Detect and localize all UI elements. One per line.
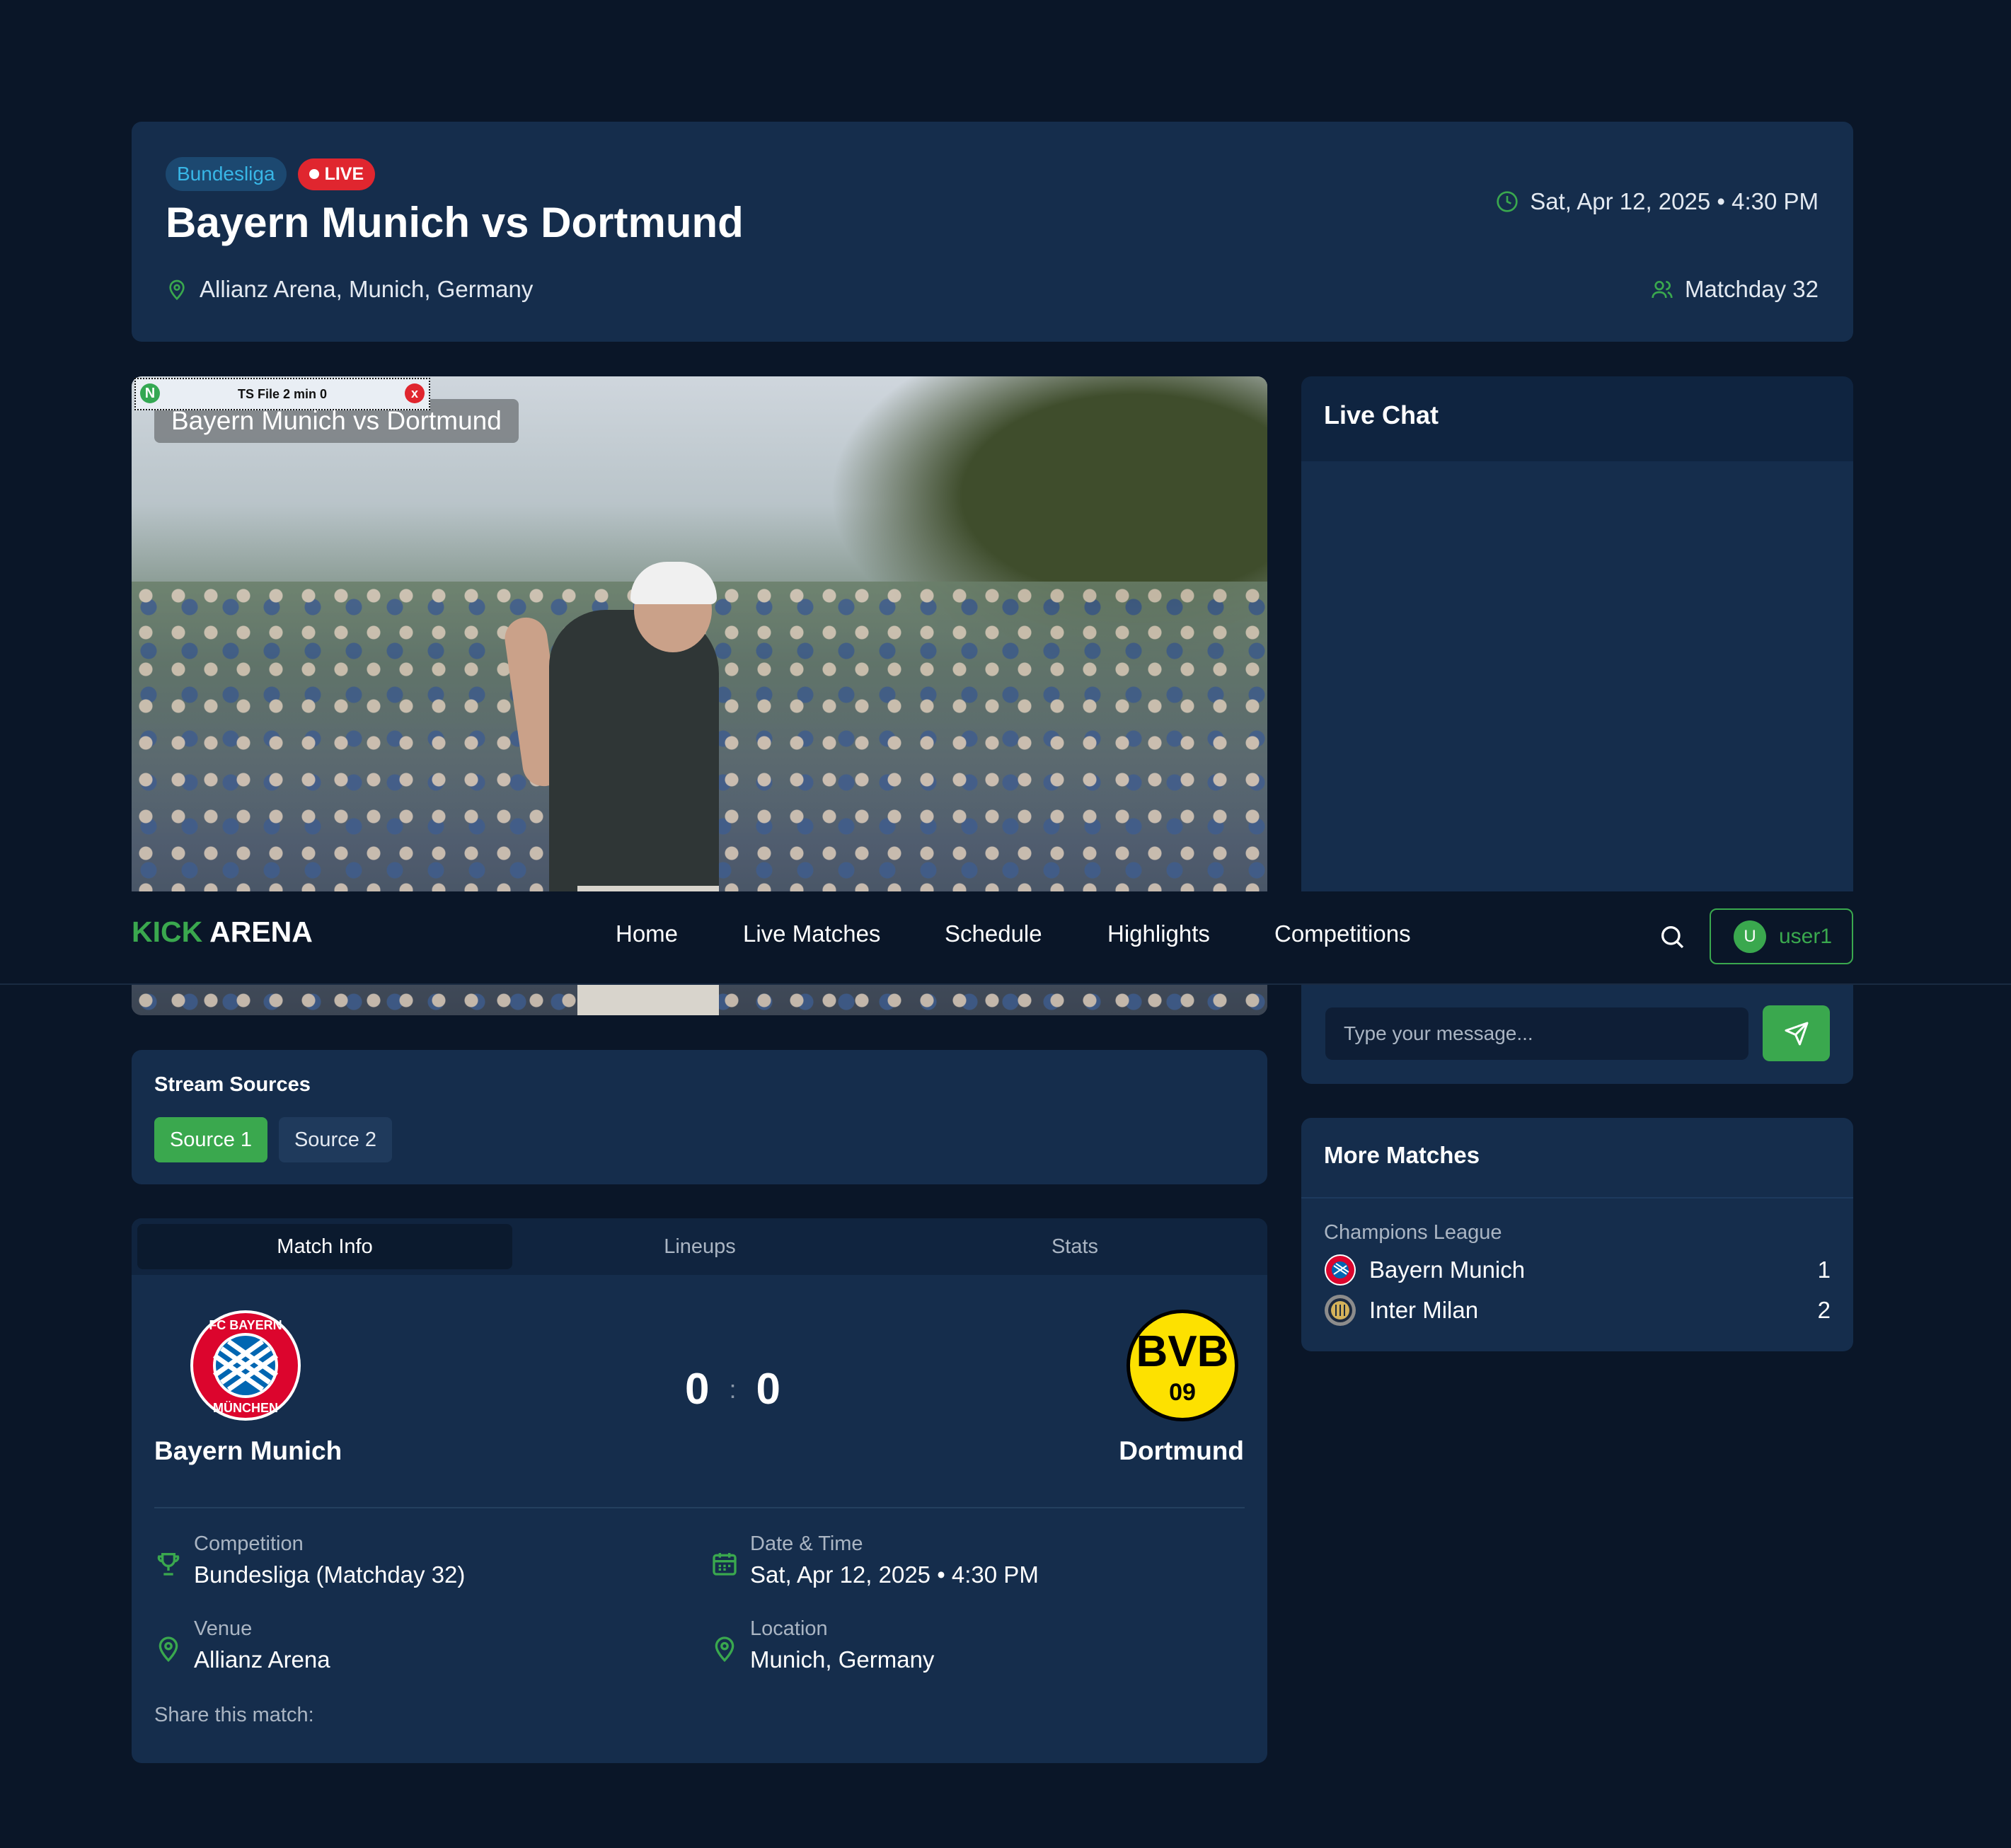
tab-match-info[interactable]: Match Info [137,1224,512,1269]
tab-lineups[interactable]: Lineups [512,1224,887,1269]
live-chat-messages[interactable] [1301,461,1853,1084]
more-match-team-score: 2 [1817,1297,1831,1323]
page-title: Bayern Munich vs Dortmund [166,199,744,246]
home-score: 0 [685,1365,710,1414]
more-matches-divider [1301,1197,1853,1199]
bayern-logo: FC BAYERN MÜNCHEN [190,1310,301,1425]
svg-text:MÜNCHEN: MÜNCHEN [213,1401,278,1415]
ts-close-icon[interactable]: x [405,383,425,403]
chat-message-input[interactable]: Type your message... [1325,1007,1748,1060]
search-icon [1661,926,1684,949]
location-label: Location [750,1617,828,1640]
trophy-icon [154,1549,183,1581]
share-label: Share this match: [154,1704,314,1726]
svg-text:FC BAYERN: FC BAYERN [209,1318,282,1332]
more-match-team-name: Inter Milan [1369,1297,1479,1323]
inter-mini-logo [1325,1295,1356,1326]
match-venue-text: Allianz Arena, Munich, Germany [200,276,534,302]
more-match-team-row[interactable]: Inter Milan 2 [1324,1294,1831,1327]
location-pin-icon [710,1634,739,1666]
divider [154,1507,1245,1508]
search-button[interactable] [1658,923,1686,954]
venue-value: Allianz Arena [194,1646,330,1673]
username: user1 [1779,924,1833,948]
stream-sources-title: Stream Sources [154,1073,311,1096]
location-value: Munich, Germany [750,1646,935,1673]
brand-logo[interactable]: KICK ARENA [132,916,313,949]
competition-label: Competition [194,1532,304,1555]
matchday: Matchday 32 [1651,276,1819,303]
map-pin-icon [169,279,185,301]
venue-label: Venue [194,1617,253,1640]
send-icon [1785,1022,1808,1045]
home-team-name: Bayern Munich [154,1436,342,1465]
dortmund-logo: BVB 09 [1126,1310,1238,1421]
dortmund-logo-top: BVB [1136,1327,1229,1376]
live-chat-title: Live Chat [1324,400,1439,429]
live-label: LIVE [324,163,364,184]
send-button[interactable] [1763,1005,1830,1061]
nav-live-matches[interactable]: Live Matches [743,920,880,947]
score: 0 : 0 [685,1364,780,1414]
ts-file-label: TS File 2 min 0 [237,386,328,401]
video-frame-player [549,610,719,914]
tab-stats[interactable]: Stats [887,1224,1262,1269]
ts-extension-icon[interactable]: N [140,383,160,403]
datetime-label: Date & Time [750,1532,863,1555]
video-frame-cap [630,562,717,604]
nav-competitions[interactable]: Competitions [1274,920,1411,947]
source-1-button[interactable]: Source 1 [154,1117,267,1162]
live-badge: LIVE [297,158,376,190]
ts-file-bar[interactable]: N TS File 2 min 0 x [134,378,430,410]
venue-pin-icon [154,1634,183,1666]
score-separator: : [729,1374,737,1404]
clock-icon [1497,191,1518,212]
nav-highlights[interactable]: Highlights [1107,920,1210,947]
more-match-team-score: 1 [1817,1257,1831,1283]
away-score: 0 [756,1365,780,1414]
match-datetime-text: Sat, Apr 12, 2025 • 4:30 PM [1530,188,1819,214]
league-badge[interactable]: Bundesliga [166,157,287,191]
datetime-value: Sat, Apr 12, 2025 • 4:30 PM [750,1561,1039,1588]
bayern-mini-logo [1325,1254,1356,1286]
live-dot-icon [309,169,319,179]
competition-value: Bundesliga (Matchday 32) [194,1561,466,1588]
match-datetime: Sat, Apr 12, 2025 • 4:30 PM [1496,188,1819,215]
away-team-name: Dortmund [1119,1436,1244,1465]
more-match-team-name: Bayern Munich [1369,1257,1526,1283]
source-2-button[interactable]: Source 2 [279,1117,392,1162]
nav-schedule[interactable]: Schedule [945,920,1042,947]
brand-kick: KICK [132,916,203,948]
avatar: U [1734,920,1766,953]
more-match-team-row[interactable]: Bayern Munich 1 [1324,1254,1831,1286]
more-matches-title: More Matches [1324,1142,1480,1168]
matchday-text: Matchday 32 [1685,276,1819,302]
match-venue: Allianz Arena, Munich, Germany [166,276,533,303]
users-icon [1652,281,1673,299]
match-info-card [132,1218,1267,1763]
more-matches-competition: Champions League [1324,1221,1502,1244]
user-menu-button[interactable]: U user1 [1710,908,1853,964]
brand-arena: ARENA [209,916,313,948]
nav-home[interactable]: Home [616,920,678,947]
calendar-icon [710,1549,739,1581]
dortmund-logo-bottom: 09 [1169,1379,1196,1406]
